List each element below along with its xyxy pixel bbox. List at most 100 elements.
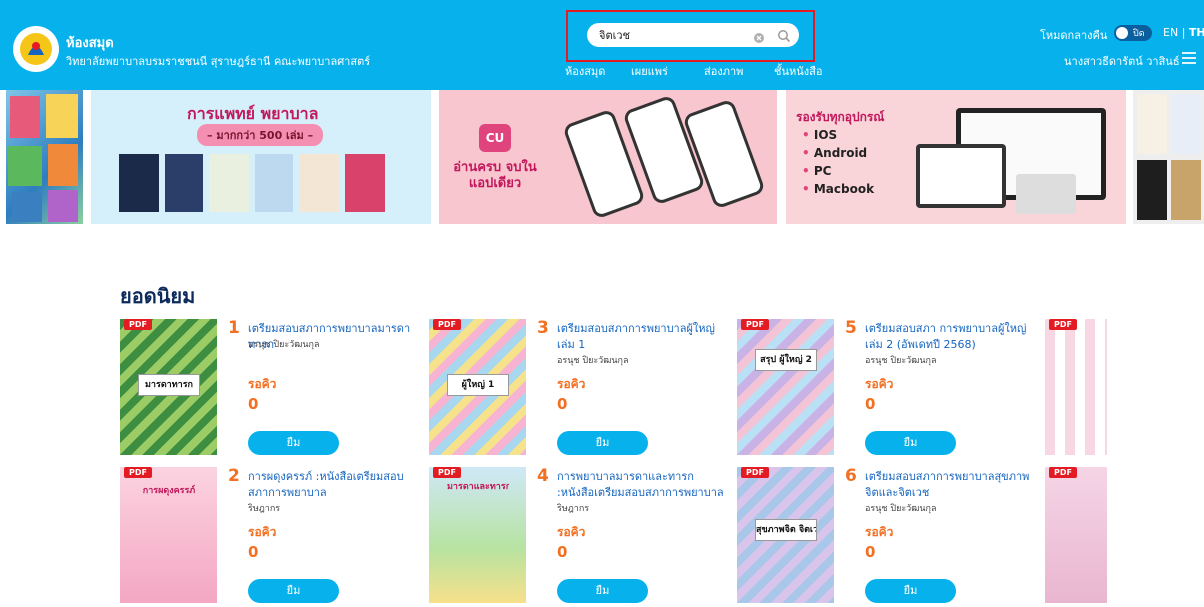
cover-title: มารดาและทารก: [447, 482, 509, 492]
lang-th[interactable]: TH: [1189, 26, 1204, 39]
pdf-badge: PDF: [124, 467, 152, 478]
book-title[interactable]: การพยาบาลมารดาและทารก :หนังสือเตรียมสอบส…: [557, 469, 729, 501]
queue-count: 0: [557, 395, 568, 413]
queue-count: 0: [557, 543, 568, 561]
book-title[interactable]: เตรียมสอบสภาการพยาบาลผู้ใหญ่ เล่ม 1: [557, 321, 729, 353]
nav-publish[interactable]: เผยแพร่: [631, 62, 668, 80]
search-highlight-box: [566, 10, 815, 62]
banner-partial-left[interactable]: [6, 90, 83, 224]
book-author: ริษฎากร: [557, 504, 590, 514]
queue-label: รอคิว: [248, 525, 277, 539]
night-mode-toggle[interactable]: ปิด: [1114, 25, 1152, 41]
book-cover[interactable]: PDF ผู้ใหญ่ 1: [429, 319, 526, 455]
queue-count: 0: [248, 543, 259, 561]
book-cover[interactable]: PDF มารดาและทารก: [429, 467, 526, 603]
rank-number: 4: [537, 466, 549, 486]
cover-title: ผู้ใหญ่ 1: [447, 374, 509, 396]
book-card: PDF สุขภาพจิต จิตเวช 6 เตรียมสอบสภาการพย…: [737, 466, 1037, 607]
borrow-button[interactable]: ยืม: [557, 431, 648, 455]
device-list: IOS Android PC Macbook: [802, 128, 874, 200]
brand-title[interactable]: ห้องสมุด: [66, 32, 114, 53]
borrow-button[interactable]: ยืม: [248, 579, 339, 603]
device-item: IOS: [802, 128, 874, 146]
book-cover[interactable]: PDF สรุป ผู้ใหญ่ 2: [737, 319, 834, 455]
pdf-badge: PDF: [1049, 467, 1077, 478]
language-switcher: EN | TH: [1163, 26, 1204, 39]
queue-label: รอคิว: [865, 525, 894, 539]
toggle-knob: [1116, 27, 1128, 39]
cover-title: สรุป ผู้ใหญ่ 2: [755, 349, 817, 371]
pdf-badge: PDF: [124, 319, 152, 330]
pdf-badge: PDF: [1049, 319, 1077, 330]
book-card: PDF ผู้ใหญ่ 1 3 เตรียมสอบสภาการพยาบาลผู้…: [429, 318, 729, 459]
book-title[interactable]: เตรียมสอบสภา การพยาบาลผู้ใหญ่ เล่ม 2 (อั…: [865, 321, 1037, 353]
queue-label: รอคิว: [865, 377, 894, 391]
rank-number: 2: [228, 466, 240, 486]
device-item: Macbook: [802, 182, 874, 200]
toggle-state-label: ปิด: [1133, 29, 1145, 39]
pdf-badge: PDF: [433, 319, 461, 330]
book-cover[interactable]: PDF สุขภาพจิต จิตเวช: [737, 467, 834, 603]
night-mode-label: โหมดกลางคืน: [1040, 29, 1108, 42]
book-title[interactable]: เตรียมสอบสภาการพยาบาลสุขภาพจิตและจิตเวช: [865, 469, 1037, 501]
user-name[interactable]: นางสาวธีดารัตน์ วาสินธ์: [1064, 52, 1180, 70]
book-card-partial: PDF: [1045, 467, 1107, 607]
borrow-button[interactable]: ยืม: [557, 579, 648, 603]
book-author: อรนุช ปิยะวัฒนกุล: [865, 504, 937, 514]
brand-subtitle: วิทยาลัยพยาบาลบรมราชชนนี สุราษฎร์ธานี คณ…: [66, 55, 371, 68]
phones-image: [564, 97, 764, 217]
devices-image: [916, 108, 1106, 214]
book-card: PDF การผดุงครรภ์ 2 การผดุงครรภ์ :หนังสือ…: [120, 466, 420, 607]
banner-app-promo[interactable]: CU อ่านครบ จบในแอปเดียว: [439, 90, 777, 224]
book-author: ริษฎากร: [248, 504, 281, 514]
banner-partial-right[interactable]: [1133, 90, 1204, 224]
queue-label: รอคิว: [557, 377, 586, 391]
rank-number: 1: [228, 318, 240, 338]
book-title[interactable]: การผดุงครรภ์ :หนังสือเตรียมสอบสภาการพยาบ…: [248, 469, 420, 501]
banner-book-covers-image: [119, 154, 385, 212]
top-header: ห้องสมุด วิทยาลัยพยาบาลบรมราชชนนี สุราษฎ…: [0, 0, 1204, 90]
lang-en[interactable]: EN: [1163, 26, 1178, 39]
rank-number: 6: [845, 466, 857, 486]
book-cover[interactable]: PDF มารดาทารก: [120, 319, 217, 455]
nav-bookshelf[interactable]: ชั้นหนังสือ: [774, 62, 822, 80]
banner-app-text: อ่านครบ จบในแอปเดียว: [453, 160, 537, 191]
queue-label: รอคิว: [248, 377, 277, 391]
queue-count: 0: [248, 395, 259, 413]
book-author: อรนุช ปิยะวัฒนกุล: [865, 356, 937, 366]
book-cover[interactable]: PDF: [1045, 319, 1107, 455]
queue-count: 0: [865, 543, 876, 561]
book-card: PDF สรุป ผู้ใหญ่ 2 5 เตรียมสอบสภา การพยา…: [737, 318, 1037, 459]
section-title-popular: ยอดนิยม: [120, 284, 196, 308]
nav-library[interactable]: ห้องสมุด: [565, 62, 605, 80]
banner-devices-title: รองรับทุกอุปกรณ์: [796, 110, 885, 124]
book-cover[interactable]: PDF การผดุงครรภ์: [120, 467, 217, 603]
cover-title: มารดาทารก: [138, 374, 200, 396]
borrow-button[interactable]: ยืม: [865, 431, 956, 455]
rank-number: 3: [537, 318, 549, 338]
cover-title: สุขภาพจิต จิตเวช: [755, 519, 817, 541]
book-card-partial: PDF: [1045, 319, 1107, 459]
device-item: Android: [802, 146, 874, 164]
cover-title: การผดุงครรภ์: [142, 486, 196, 496]
pdf-badge: PDF: [741, 319, 769, 330]
book-cover[interactable]: PDF: [1045, 467, 1107, 603]
banner-devices[interactable]: รองรับทุกอุปกรณ์ IOS Android PC Macbook: [786, 90, 1126, 224]
book-card: PDF มารดาทารก 1 เตรียมสอบสภาการพยาบาลมาร…: [120, 318, 420, 459]
device-item: PC: [802, 164, 874, 182]
app-logo-icon: CU: [479, 124, 511, 152]
hamburger-menu-icon[interactable]: [1181, 50, 1197, 64]
banner-medical-subtitle: – มากกว่า 500 เล่ม –: [197, 124, 324, 146]
book-author: อรนุช ปิยะวัฒนกุล: [248, 340, 320, 350]
pdf-badge: PDF: [741, 467, 769, 478]
library-logo-icon[interactable]: [13, 26, 59, 72]
queue-count: 0: [865, 395, 876, 413]
lang-separator: |: [1181, 26, 1186, 39]
banner-medical-books[interactable]: การแพทย์ พยาบาล – มากกว่า 500 เล่ม –: [91, 90, 431, 224]
queue-label: รอคิว: [557, 525, 586, 539]
borrow-button[interactable]: ยืม: [248, 431, 339, 455]
book-card: PDF มารดาและทารก 4 การพยาบาลมารดาและทารก…: [429, 466, 729, 607]
borrow-button[interactable]: ยืม: [865, 579, 956, 603]
nav-gallery[interactable]: ส่องภาพ: [704, 62, 743, 80]
rank-number: 5: [845, 318, 857, 338]
